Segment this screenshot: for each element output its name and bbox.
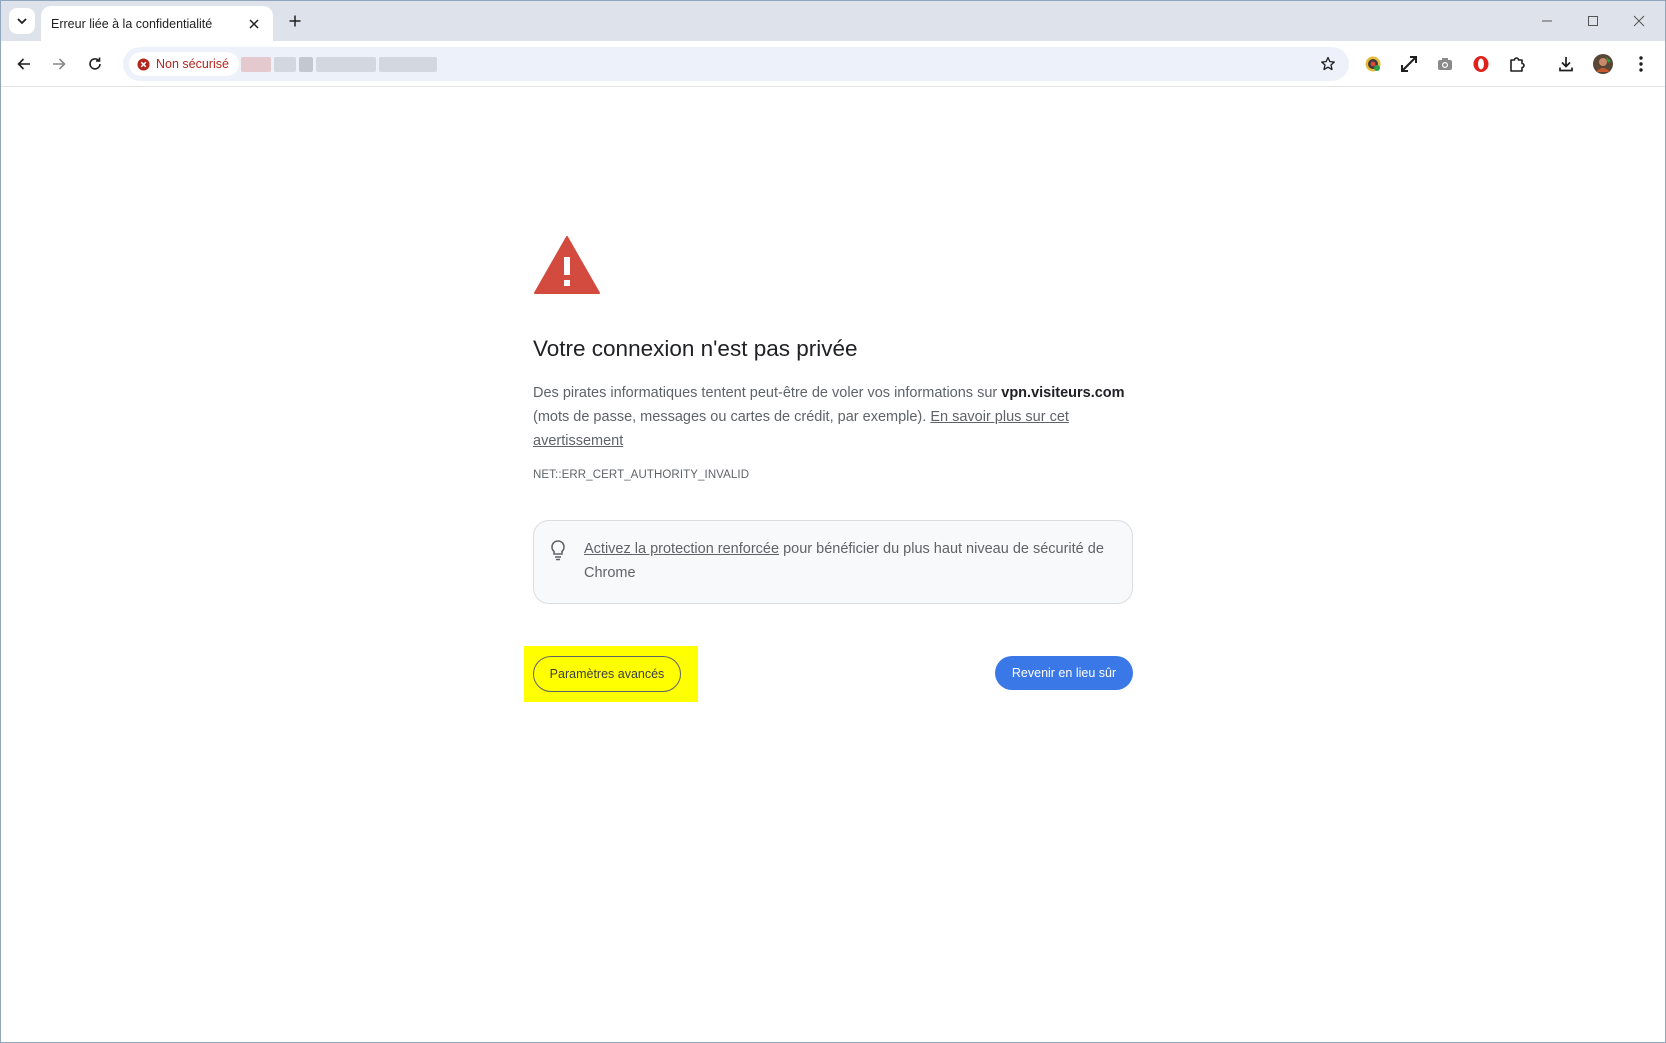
toolbar: Non sécurisé — [1, 41, 1665, 87]
tab-search-icon[interactable] — [9, 8, 35, 34]
close-window-icon[interactable] — [1619, 7, 1659, 35]
description-text: Des pirates informatiques tentent peut-ê… — [533, 385, 1002, 401]
tab-strip: Erreur liée à la confidentialité — [1, 1, 1665, 41]
error-description: Des pirates informatiques tentent peut-ê… — [533, 381, 1133, 453]
maximize-icon[interactable] — [1573, 7, 1613, 35]
not-secure-icon — [137, 57, 150, 71]
download-icon[interactable] — [1554, 52, 1578, 76]
enhanced-protection-tip: Activez la protection renforcée pour bén… — [533, 520, 1133, 604]
active-tab[interactable]: Erreur liée à la confidentialité — [41, 6, 273, 41]
back-icon[interactable] — [11, 51, 37, 77]
fullscreen-icon[interactable] — [1397, 52, 1421, 76]
opera-icon[interactable] — [1469, 52, 1493, 76]
extensions-puzzle-icon[interactable] — [1505, 52, 1529, 76]
menu-dots-icon[interactable] — [1629, 52, 1653, 76]
profile-avatar[interactable] — [1591, 52, 1615, 76]
forward-icon[interactable] — [46, 51, 72, 77]
page-title: Votre connexion n'est pas privée — [533, 336, 858, 361]
bookmark-star-icon[interactable] — [1317, 53, 1339, 75]
camera-icon[interactable] — [1433, 52, 1457, 76]
minimize-icon[interactable] — [1527, 7, 1567, 35]
warning-triangle-icon — [534, 236, 600, 294]
address-bar[interactable]: Non sécurisé — [123, 47, 1349, 81]
domain-name: vpn.visiteurs.com — [1001, 385, 1125, 401]
back-to-safety-button[interactable]: Revenir en lieu sûr — [995, 656, 1133, 690]
tab-title: Erreur liée à la confidentialité — [51, 16, 213, 31]
url-text-redacted — [241, 57, 437, 72]
security-chip[interactable]: Non sécurisé — [129, 52, 239, 76]
reload-icon[interactable] — [82, 51, 108, 77]
browser-window: Erreur liée à la confidentialité Non séc… — [0, 0, 1666, 1043]
enhanced-protection-link[interactable]: Activez la protection renforcée — [584, 541, 779, 557]
description-text-2: (mots de passe, messages ou cartes de cr… — [533, 409, 931, 425]
lightbulb-icon — [551, 540, 565, 561]
new-tab-icon[interactable] — [283, 9, 307, 33]
extension-colorful-icon[interactable] — [1361, 52, 1385, 76]
error-code: NET::ERR_CERT_AUTHORITY_INVALID — [533, 469, 750, 481]
security-label: Non sécurisé — [156, 57, 229, 71]
tab-close-icon[interactable] — [245, 15, 263, 33]
tip-text: Activez la protection renforcée pour bén… — [584, 537, 1114, 585]
advanced-button[interactable]: Paramètres avancés — [533, 656, 681, 692]
